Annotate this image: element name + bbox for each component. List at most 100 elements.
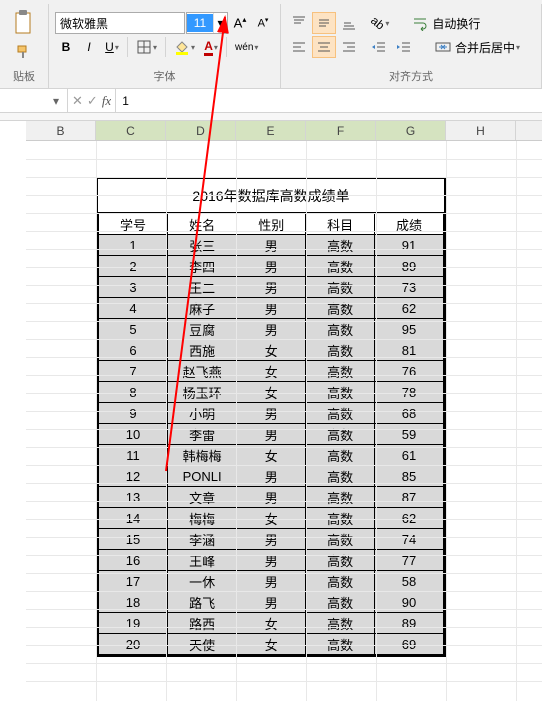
formula-bar: ▾ ✕ ✓ fx (0, 89, 542, 113)
accept-formula-button[interactable]: ✓ (87, 93, 98, 109)
fill-color-button[interactable]: ▾ (170, 36, 199, 58)
table-cell: 3 (99, 277, 168, 298)
increase-indent-button[interactable] (392, 36, 416, 58)
formula-input[interactable] (115, 89, 542, 112)
orientation-icon: ab (368, 13, 387, 32)
table-cell: 16 (99, 550, 168, 571)
phonetic-button[interactable]: wén▾ (231, 36, 262, 58)
insert-function-button[interactable]: fx (102, 93, 111, 109)
align-right-button[interactable] (337, 36, 361, 58)
table-cell: 天使 (167, 634, 236, 655)
align-bottom-button[interactable] (337, 12, 361, 34)
table-cell: 李四 (167, 256, 236, 277)
table-cell: 高数 (306, 235, 375, 256)
table-row: 8杨玉环女高数78 (99, 382, 444, 403)
table-cell: 男 (237, 235, 306, 256)
font-color-button[interactable]: A▾ (200, 36, 222, 58)
table-cell: 男 (237, 487, 306, 508)
grow-font-button[interactable]: A▴ (229, 12, 251, 34)
table-cell: 1 (99, 235, 168, 256)
table-cell: 89 (375, 613, 444, 634)
cell-grid[interactable]: 2016年数据库高数成绩单 学号姓名性别科目成绩 1张三男高数912李四男高数8… (26, 141, 542, 701)
column-header-F[interactable]: F (306, 121, 376, 140)
table-cell: 高数 (306, 550, 375, 571)
table-cell: 李涵 (167, 529, 236, 550)
column-header-D[interactable]: D (166, 121, 236, 140)
decrease-indent-button[interactable] (367, 36, 391, 58)
bold-button[interactable]: B (55, 36, 77, 58)
column-header-G[interactable]: G (376, 121, 446, 140)
table-cell: 女 (237, 361, 306, 382)
worksheet[interactable]: BCDEFGH 2016年数据库高数成绩单 学号姓名性别科目成绩 1张三男高数9… (0, 121, 542, 701)
table-cell: 15 (99, 529, 168, 550)
font-size-dropdown[interactable]: ▾ (213, 13, 227, 33)
name-box-input[interactable] (0, 94, 48, 108)
table-cell: 69 (375, 634, 444, 655)
table-cell: 女 (237, 508, 306, 529)
table-cell: 14 (99, 508, 168, 529)
font-group: ▾ 11 ▾ A▴ A▾ B I U▾ ▾ ▾ A▾ wén▾ 字体 (49, 4, 281, 88)
merge-center-button[interactable]: 合并后居中▾ (428, 36, 527, 58)
font-group-label: 字体 (55, 66, 274, 88)
bold-icon: B (62, 40, 71, 54)
table-cell: 女 (237, 382, 306, 403)
cancel-formula-button[interactable]: ✕ (72, 93, 83, 109)
table-cell: 张三 (167, 235, 236, 256)
wrap-text-button[interactable]: 自动换行 (405, 12, 487, 34)
merge-center-label: 合并后居中 (455, 39, 515, 56)
font-color-icon: A (204, 39, 213, 56)
orientation-button[interactable]: ab▾ (367, 12, 393, 34)
table-cell: 91 (375, 235, 444, 256)
table-cell: 62 (375, 298, 444, 319)
table-row: 13文章男高数87 (99, 487, 444, 508)
table-cell: 9 (99, 403, 168, 424)
table-cell: 小明 (167, 403, 236, 424)
paste-button[interactable] (6, 7, 42, 39)
table-cell: 男 (237, 550, 306, 571)
name-box-dropdown[interactable]: ▾ (48, 94, 64, 108)
increase-indent-icon (396, 39, 412, 55)
column-headers[interactable]: BCDEFGH (26, 121, 542, 141)
italic-button[interactable]: I (78, 36, 100, 58)
align-middle-icon (316, 15, 332, 31)
table-cell: 59 (375, 424, 444, 445)
align-left-button[interactable] (287, 36, 311, 58)
column-header-B[interactable]: B (26, 121, 96, 140)
format-painter-button[interactable] (6, 41, 42, 63)
wrap-text-icon (412, 15, 428, 31)
align-middle-button[interactable] (312, 12, 336, 34)
align-top-button[interactable] (287, 12, 311, 34)
align-left-icon (291, 39, 307, 55)
underline-button[interactable]: U▾ (101, 36, 123, 58)
shrink-font-button[interactable]: A▾ (252, 12, 274, 34)
table-cell: 赵飞燕 (167, 361, 236, 382)
table-cell: 高数 (306, 613, 375, 634)
font-name-combo[interactable]: ▾ (55, 12, 185, 34)
align-top-icon (291, 15, 307, 31)
table-row: 3王二男高数73 (99, 277, 444, 298)
format-painter-icon (16, 44, 32, 60)
border-button[interactable]: ▾ (132, 36, 161, 58)
name-box[interactable]: ▾ (0, 89, 68, 112)
table-cell: 高数 (306, 382, 375, 403)
column-header-C[interactable]: C (96, 121, 166, 140)
paste-icon (12, 9, 36, 37)
font-size-combo[interactable]: 11 ▾ (186, 12, 228, 34)
table-cell: 男 (237, 403, 306, 424)
font-size-input[interactable]: 11 (187, 14, 213, 32)
merge-center-icon (435, 39, 451, 55)
table-row: 4麻子男高数62 (99, 298, 444, 319)
table-cell: 高数 (306, 529, 375, 550)
alignment-group: ab▾ 自动换行 合并后居中▾ 对齐方式 (281, 4, 542, 88)
wrap-text-label: 自动换行 (432, 15, 480, 32)
table-cell: 77 (375, 550, 444, 571)
clipboard-group: 贴板 (0, 4, 49, 88)
table-cell: 高数 (306, 277, 375, 298)
align-center-button[interactable] (312, 36, 336, 58)
table-row: 2李四男高数89 (99, 256, 444, 277)
column-header-H[interactable]: H (446, 121, 516, 140)
table-cell: 高数 (306, 256, 375, 277)
ribbon: 贴板 ▾ 11 ▾ A▴ A▾ B I U▾ ▾ ▾ A▾ wén▾ (0, 0, 542, 89)
column-header-E[interactable]: E (236, 121, 306, 140)
table-cell: 高数 (306, 298, 375, 319)
